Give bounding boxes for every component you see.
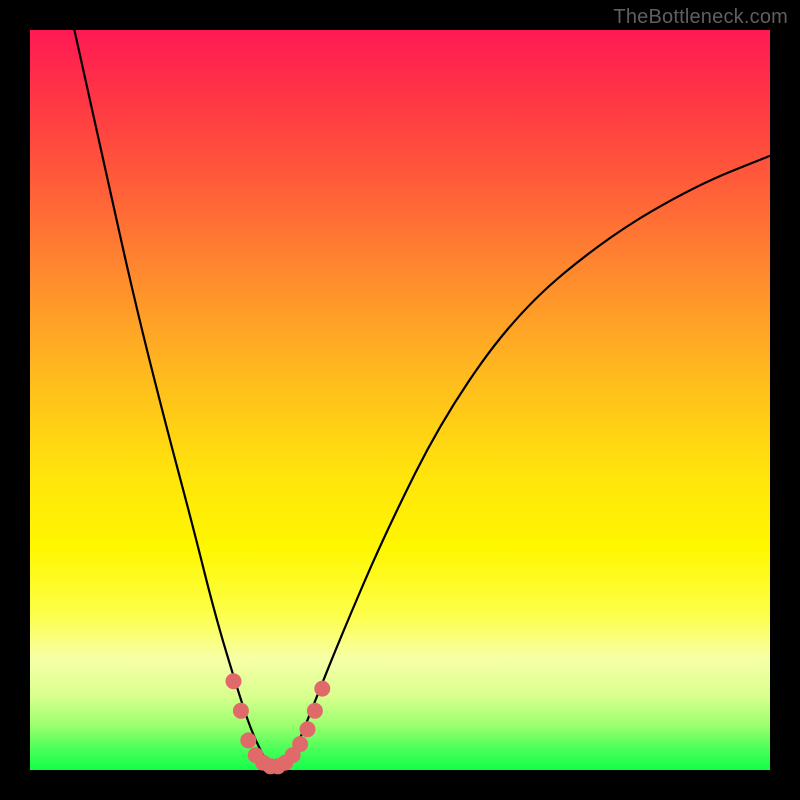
- valley-dot: [307, 703, 323, 719]
- valley-dot: [233, 703, 249, 719]
- valley-dot: [300, 721, 316, 737]
- valley-dot: [314, 681, 330, 697]
- plot-area: [30, 30, 770, 770]
- valley-dot: [226, 673, 242, 689]
- valley-markers: [226, 673, 331, 774]
- valley-dot: [240, 732, 256, 748]
- watermark-text: TheBottleneck.com: [613, 6, 788, 29]
- valley-dot: [292, 736, 308, 752]
- chart-frame: TheBottleneck.com: [0, 0, 800, 800]
- curve-layer: [30, 30, 770, 770]
- bottleneck-curve: [74, 30, 770, 769]
